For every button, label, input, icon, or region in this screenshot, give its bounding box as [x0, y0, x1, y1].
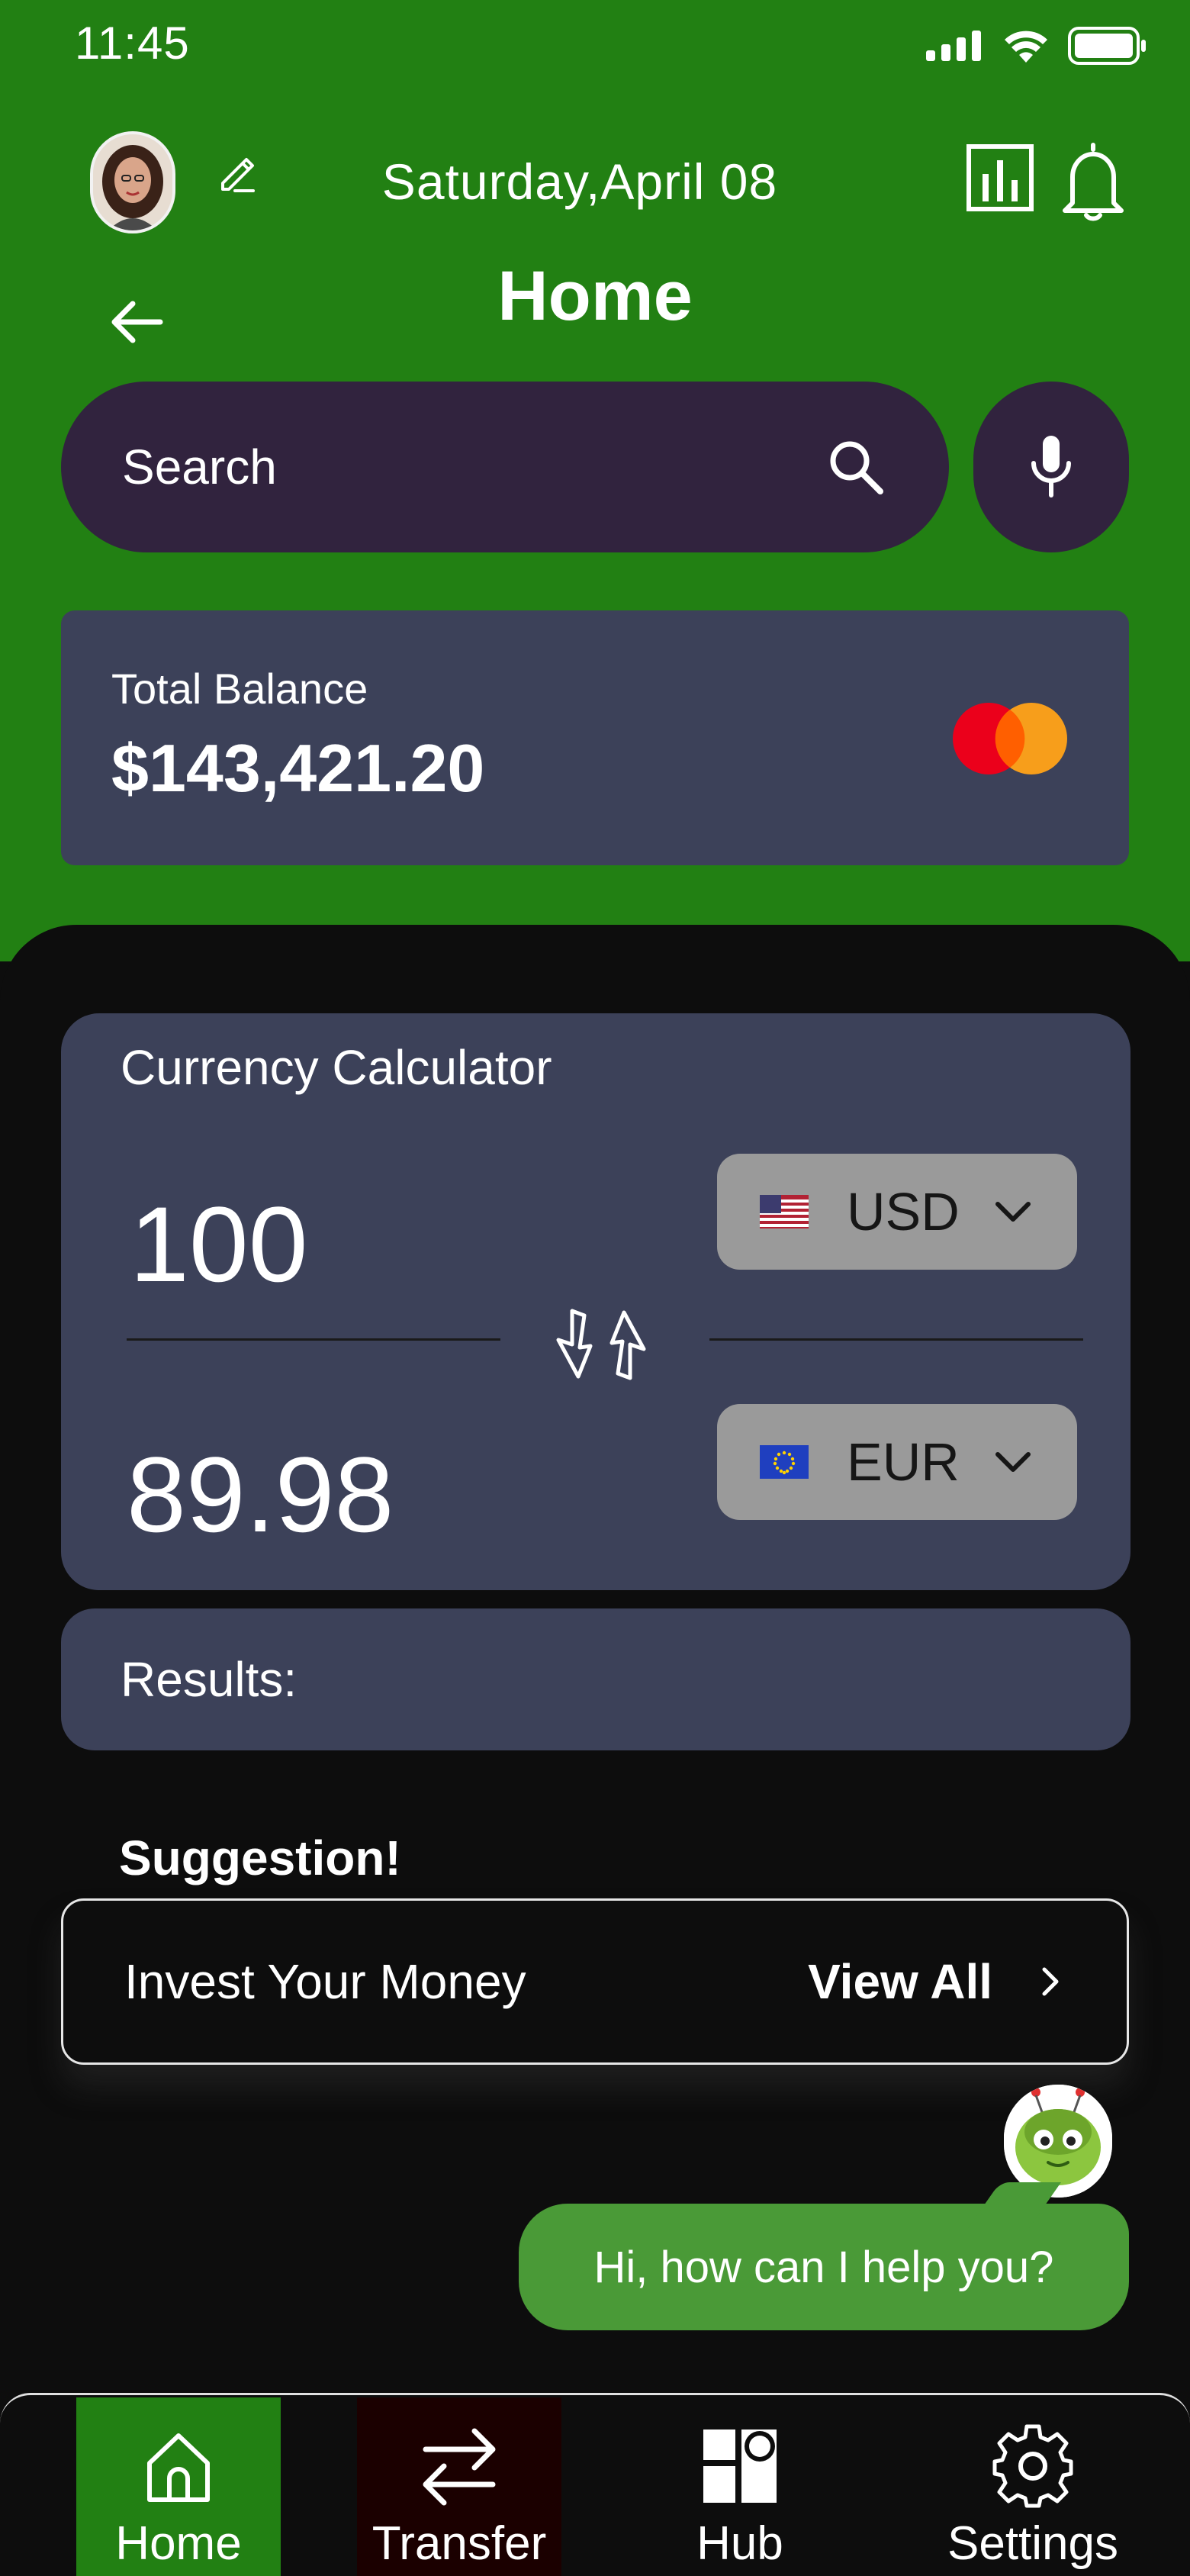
to-currency-code: EUR: [847, 1432, 960, 1492]
hub-icon: [703, 2429, 777, 2503]
calculator-title: Currency Calculator: [121, 1040, 552, 1095]
chat-message: Hi, how can I help you?: [593, 2242, 1054, 2292]
balance-value: $143,421.20: [111, 730, 485, 806]
to-amount-output: 89.98: [127, 1435, 394, 1554]
chevron-down-icon: [995, 1202, 1031, 1222]
transfer-icon: [423, 2428, 496, 2506]
chat-bubble[interactable]: Hi, how can I help you?: [519, 2204, 1129, 2330]
from-currency-code: USD: [847, 1182, 960, 1241]
from-amount-input[interactable]: 100: [130, 1183, 308, 1306]
bar-chart-icon[interactable]: [966, 143, 1034, 212]
search-bar[interactable]: Search: [61, 382, 949, 552]
results-card: Results:: [61, 1608, 1130, 1750]
chatbot-avatar[interactable]: [1004, 2085, 1112, 2198]
header-date: Saturday,April 08: [381, 153, 778, 210]
gear-icon: [992, 2424, 1073, 2508]
mastercard-logo-icon: [953, 703, 1067, 774]
chevron-right-icon[interactable]: [1035, 1963, 1066, 2000]
chevron-down-icon: [995, 1452, 1031, 1472]
invest-suggestion-card[interactable]: Invest Your Money View All: [61, 1898, 1129, 2065]
nav-label: Home: [115, 2517, 242, 2570]
search-input[interactable]: Search: [122, 439, 824, 495]
nav-item-settings[interactable]: Settings: [918, 2397, 1147, 2576]
avatar[interactable]: [90, 131, 175, 233]
nav-label: Transfer: [371, 2517, 547, 2570]
status-time: 11:45: [75, 18, 190, 69]
divider: [709, 1338, 1083, 1341]
robot-mascot-icon: [1004, 2085, 1112, 2198]
home-icon: [147, 2433, 210, 2502]
wifi-icon: [1005, 31, 1047, 63]
page-title: Home: [497, 257, 693, 335]
from-currency-select[interactable]: USD: [717, 1154, 1077, 1270]
swap-arrows-icon[interactable]: [542, 1306, 661, 1383]
battery-icon: [1068, 27, 1146, 65]
us-flag-icon: [760, 1195, 809, 1228]
nav-label: Settings: [947, 2517, 1119, 2570]
search-icon[interactable]: [824, 435, 888, 499]
signal-icon: [926, 31, 981, 61]
divider: [127, 1338, 500, 1341]
results-label: Results:: [121, 1652, 298, 1707]
suggestion-title: Suggestion!: [119, 1831, 401, 1885]
bell-icon[interactable]: [1059, 139, 1127, 223]
microphone-icon: [1031, 436, 1071, 497]
view-all-link[interactable]: View All: [808, 1953, 992, 2010]
status-icons: [926, 23, 1147, 69]
invest-label: Invest Your Money: [124, 1954, 526, 2009]
voice-search-button[interactable]: [973, 382, 1129, 552]
nav-item-hub[interactable]: Hub: [638, 2397, 842, 2576]
eu-flag-icon: [760, 1445, 809, 1479]
nav-item-home[interactable]: Home: [76, 2397, 281, 2576]
nav-item-transfer[interactable]: Transfer: [357, 2397, 561, 2576]
back-arrow-icon[interactable]: [108, 293, 166, 351]
balance-label: Total Balance: [111, 665, 368, 713]
nav-label: Hub: [696, 2517, 783, 2570]
edit-pencil-icon[interactable]: [214, 150, 261, 197]
profile-photo: [93, 134, 172, 230]
to-currency-select[interactable]: EUR: [717, 1404, 1077, 1520]
